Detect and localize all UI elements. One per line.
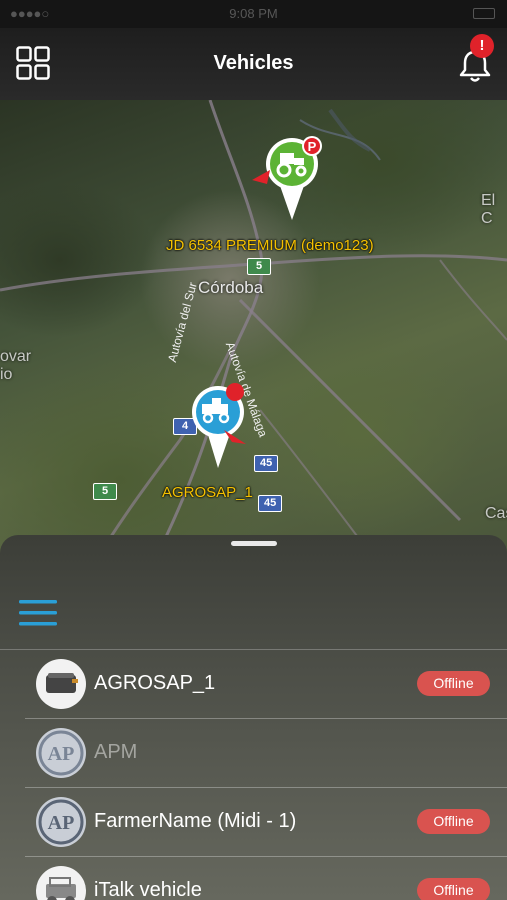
drag-handle[interactable]: [231, 541, 277, 546]
vehicle-label: JD 6534 PREMIUM (demo123): [166, 237, 374, 254]
status-time: 9:08 PM: [229, 6, 278, 21]
vehicle-name: iTalk vehicle: [94, 879, 202, 900]
battery-icon: [473, 8, 495, 19]
vehicle-label: AGROSAP_1: [162, 484, 253, 501]
list-item[interactable]: AP APM: [0, 719, 507, 788]
parked-badge: P: [308, 139, 317, 154]
gps-device-avatar: [36, 659, 86, 709]
list-item[interactable]: AGROSAP_1 Offline: [0, 650, 507, 719]
edge-label: ovar: [0, 348, 32, 365]
edge-label: El C: [481, 192, 496, 227]
vehicle-list-panel: AGROSAP_1 Offline AP APM AP FarmerName (…: [0, 535, 507, 900]
status-badge: Offline: [417, 878, 490, 900]
vehicle-list: AGROSAP_1 Offline AP APM AP FarmerName (…: [0, 650, 507, 900]
list-item[interactable]: AP FarmerName (Midi - 1) Offline: [0, 788, 507, 857]
notification-badge: !: [470, 34, 494, 58]
map-view[interactable]: Córdoba 5 4 45 5 45 Autovía del Sur Auto…: [0, 100, 507, 570]
edge-label: io: [0, 366, 13, 383]
list-item[interactable]: iTalk vehicle Offline: [0, 857, 507, 900]
svg-text:AP: AP: [48, 743, 75, 765]
vehicle-name: FarmerName (Midi - 1): [94, 810, 297, 832]
ap-logo-avatar: AP: [36, 797, 86, 847]
city-label: Córdoba: [198, 278, 264, 297]
ap-logo-avatar: AP: [36, 728, 86, 778]
vehicle-name: AGROSAP_1: [94, 672, 216, 694]
road-shield: 45: [258, 495, 283, 512]
vehicle-marker-harvester[interactable]: [188, 378, 260, 470]
utv-avatar: [36, 866, 86, 900]
road-shield: 5: [93, 483, 117, 500]
page-title: Vehicles: [213, 52, 294, 74]
hamburger-menu-icon[interactable]: [19, 599, 57, 627]
road-shield: 5: [247, 258, 271, 275]
vehicle-marker-tractor[interactable]: P: [250, 134, 326, 224]
status-badge: Offline: [417, 809, 490, 834]
nav-bar: Vehicles !: [0, 28, 507, 100]
svg-text:AP: AP: [48, 812, 75, 834]
status-badge: Offline: [417, 671, 490, 696]
status-bar: ●●●●○ 9:08 PM: [0, 0, 507, 28]
vehicle-name: APM: [94, 741, 138, 763]
edge-label: Cas: [485, 505, 507, 522]
